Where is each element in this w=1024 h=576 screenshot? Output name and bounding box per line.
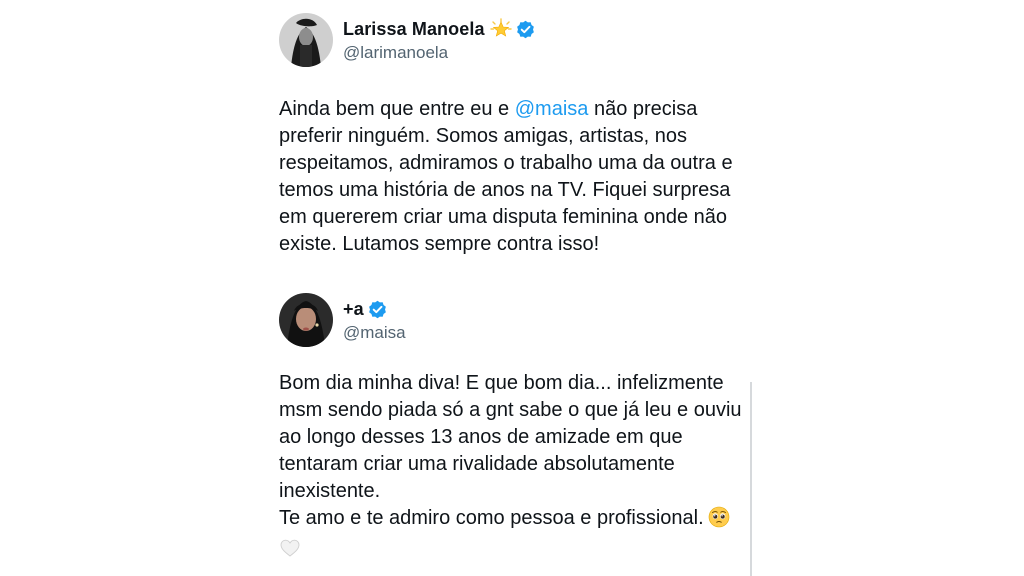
scrollbar[interactable] [750, 382, 752, 576]
tweet-text-line: temos uma história de anos na TV. Fiquei… [279, 179, 731, 201]
author-names: Larissa Manoela @larimanoela [343, 16, 535, 64]
display-name[interactable]: Larissa Manoela [343, 19, 485, 40]
tweet-text-line: inexistente. [279, 480, 381, 502]
tweet-text-line: Bom dia minha diva! E que bom dia... inf… [279, 372, 724, 394]
mention-link-maisa[interactable]: @maisa [515, 98, 589, 120]
tweet-maisa[interactable]: +a @maisa Bom dia minha diva! E que bom … [274, 292, 754, 557]
tweet-author-row: Larissa Manoela @larimanoela [274, 12, 754, 68]
tweet-text: Bom dia minha diva! E que bom dia... inf… [279, 370, 759, 567]
tweet-text-line [279, 536, 759, 567]
verified-badge-icon [368, 300, 387, 319]
tweet-text: Ainda bem que entre eu e @maisa não prec… [279, 96, 759, 258]
tweet-text-line: msm sendo piada só a gnt sabe o que já l… [279, 399, 742, 421]
text-fragment: não precisa [588, 98, 698, 120]
author-names: +a @maisa [343, 296, 406, 344]
pleading-face-icon [708, 506, 730, 536]
tweet-author-row: +a @maisa [274, 292, 754, 348]
avatar-image-maisa [279, 293, 333, 347]
tweet-text-line: ao longo desses 13 anos de amizade em qu… [279, 426, 683, 448]
tweet-text-line: Te amo e te admiro como pessoa e profiss… [279, 505, 759, 536]
tweet-text-line: em quererem criar uma disputa feminina o… [279, 206, 728, 228]
tweet-text-line: existe. Lutamos sempre contra isso! [279, 233, 600, 255]
display-name-line: +a [343, 296, 406, 322]
handle[interactable]: @maisa [343, 322, 406, 344]
tweet-text-line: Ainda bem que entre eu e @maisa não prec… [279, 96, 759, 123]
tweet-larimanoela[interactable]: Larissa Manoela @larimanoela Ainda bem q… [274, 12, 754, 255]
text-fragment: Te amo e te admiro como pessoa e profiss… [279, 507, 704, 529]
display-name[interactable]: +a [343, 299, 364, 320]
glowing-star-icon [489, 18, 512, 40]
display-name-line: Larissa Manoela [343, 16, 535, 42]
verified-badge-icon [516, 20, 535, 39]
tweet-text-line: preferir ninguém. Somos amigas, artistas… [279, 125, 687, 147]
text-fragment: Ainda bem que entre eu e [279, 98, 515, 120]
tweet-text-line: tentaram criar uma rivalidade absolutame… [279, 453, 675, 475]
avatar[interactable] [279, 293, 333, 347]
screenshot-canvas: Larissa Manoela @larimanoela Ainda bem q… [0, 0, 1024, 576]
avatar[interactable] [279, 13, 333, 67]
tweet-text-line: respeitamos, admiramos o trabalho uma da… [279, 152, 733, 174]
white-heart-icon [279, 537, 301, 567]
handle[interactable]: @larimanoela [343, 42, 535, 64]
avatar-image-larimanoela [279, 13, 333, 67]
